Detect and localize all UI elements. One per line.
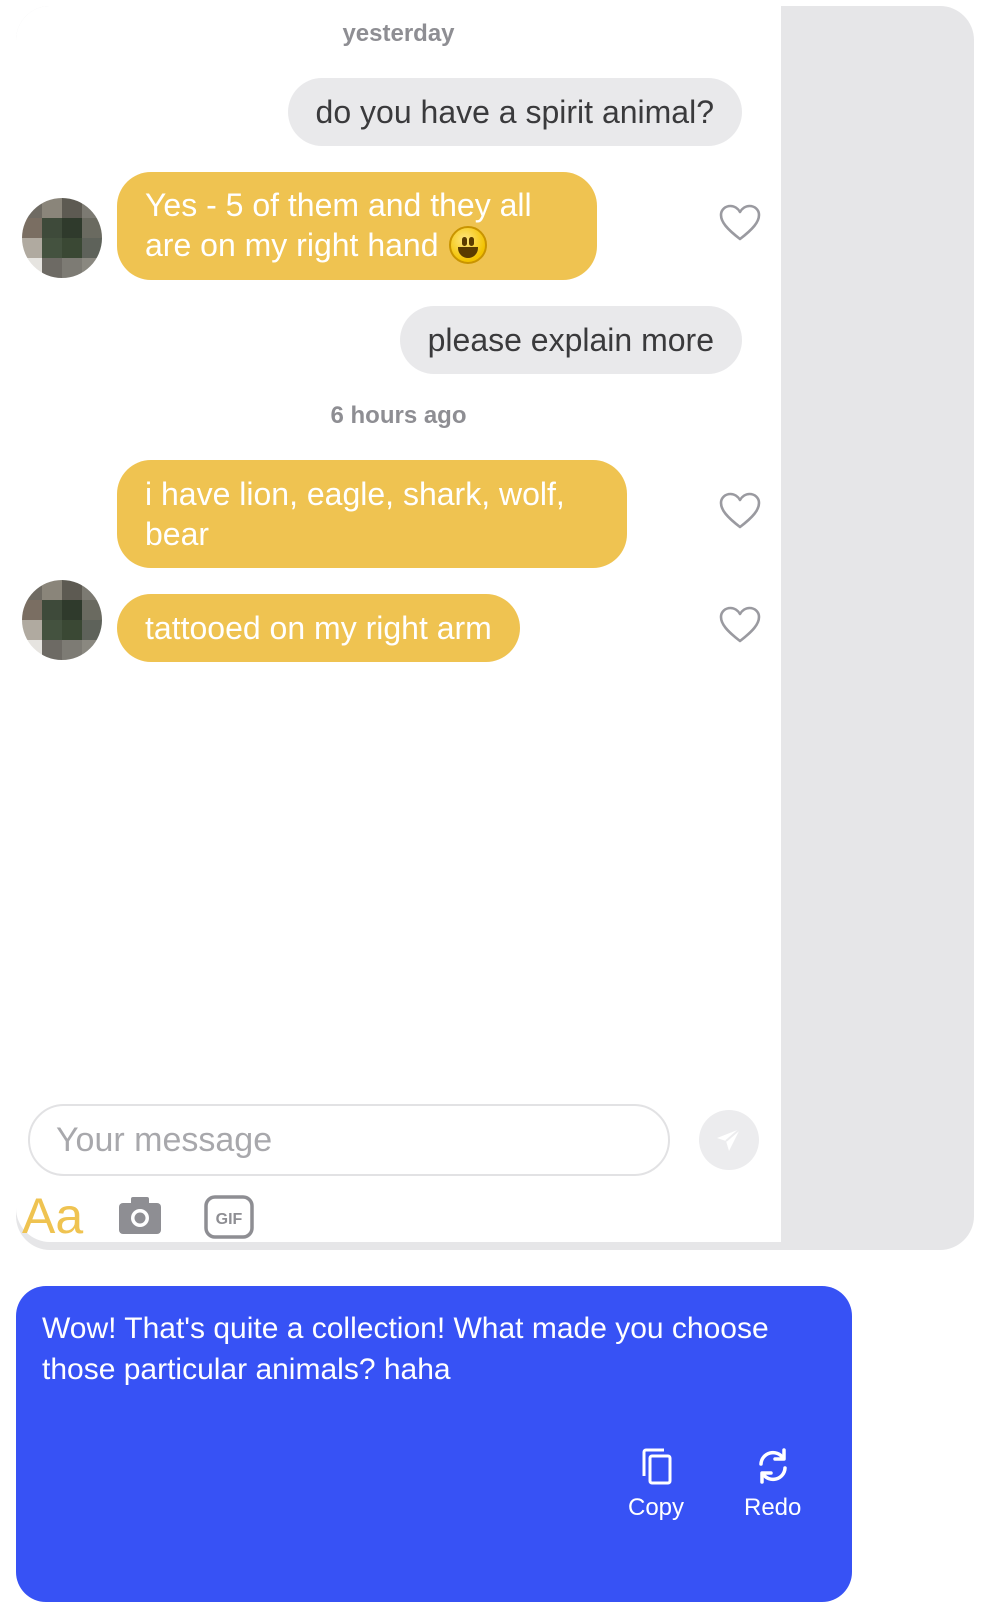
chat-window: yesterday do you have a spirit animal? Y… bbox=[16, 6, 974, 1250]
timestamp: 6 hours ago bbox=[330, 402, 467, 429]
copy-label: Copy bbox=[628, 1494, 685, 1521]
paper-plane-icon bbox=[717, 1128, 741, 1151]
redo-icon bbox=[758, 1448, 787, 1484]
incoming-message[interactable]: tattooed on my right arm bbox=[117, 594, 520, 662]
like-heart-icon[interactable] bbox=[719, 492, 761, 530]
grinning-face-icon bbox=[448, 225, 487, 264]
message-text: i have lion, eagle, shark, wolf, bear bbox=[145, 476, 565, 552]
camera-icon[interactable] bbox=[117, 1194, 163, 1236]
message-text: tattooed on my right arm bbox=[145, 610, 492, 646]
message-text: please explain more bbox=[427, 322, 714, 358]
timestamp: yesterday bbox=[342, 20, 455, 47]
copy-icon bbox=[642, 1448, 672, 1485]
avatar[interactable] bbox=[22, 198, 102, 278]
suggestion-text: Wow! That's quite a collection! What mad… bbox=[42, 1312, 769, 1386]
avatar[interactable] bbox=[22, 580, 102, 660]
send-button[interactable] bbox=[699, 1110, 759, 1170]
message-text: do you have a spirit animal? bbox=[315, 94, 714, 130]
redo-button[interactable]: Redo bbox=[744, 1446, 801, 1522]
gif-icon[interactable]: GIF bbox=[203, 1194, 255, 1240]
incoming-message[interactable]: i have lion, eagle, shark, wolf, bear bbox=[117, 460, 627, 568]
like-heart-icon[interactable] bbox=[719, 606, 761, 644]
redo-label: Redo bbox=[744, 1494, 802, 1521]
outgoing-message[interactable]: do you have a spirit animal? bbox=[287, 78, 742, 146]
ai-suggestion-card: Wow! That's quite a collection! What mad… bbox=[16, 1286, 852, 1602]
message-input[interactable] bbox=[28, 1104, 670, 1176]
like-heart-icon[interactable] bbox=[719, 204, 761, 242]
outgoing-message[interactable]: please explain more bbox=[399, 306, 742, 374]
chat-pane: yesterday do you have a spirit animal? Y… bbox=[16, 6, 781, 1244]
message-text: Yes - 5 of them and they all are on my r… bbox=[145, 185, 569, 267]
incoming-message[interactable]: Yes - 5 of them and they all are on my r… bbox=[117, 172, 597, 280]
text-format-button[interactable]: Aa bbox=[22, 1188, 83, 1244]
copy-button[interactable]: Copy bbox=[628, 1446, 684, 1522]
svg-text:GIF: GIF bbox=[216, 1211, 243, 1228]
